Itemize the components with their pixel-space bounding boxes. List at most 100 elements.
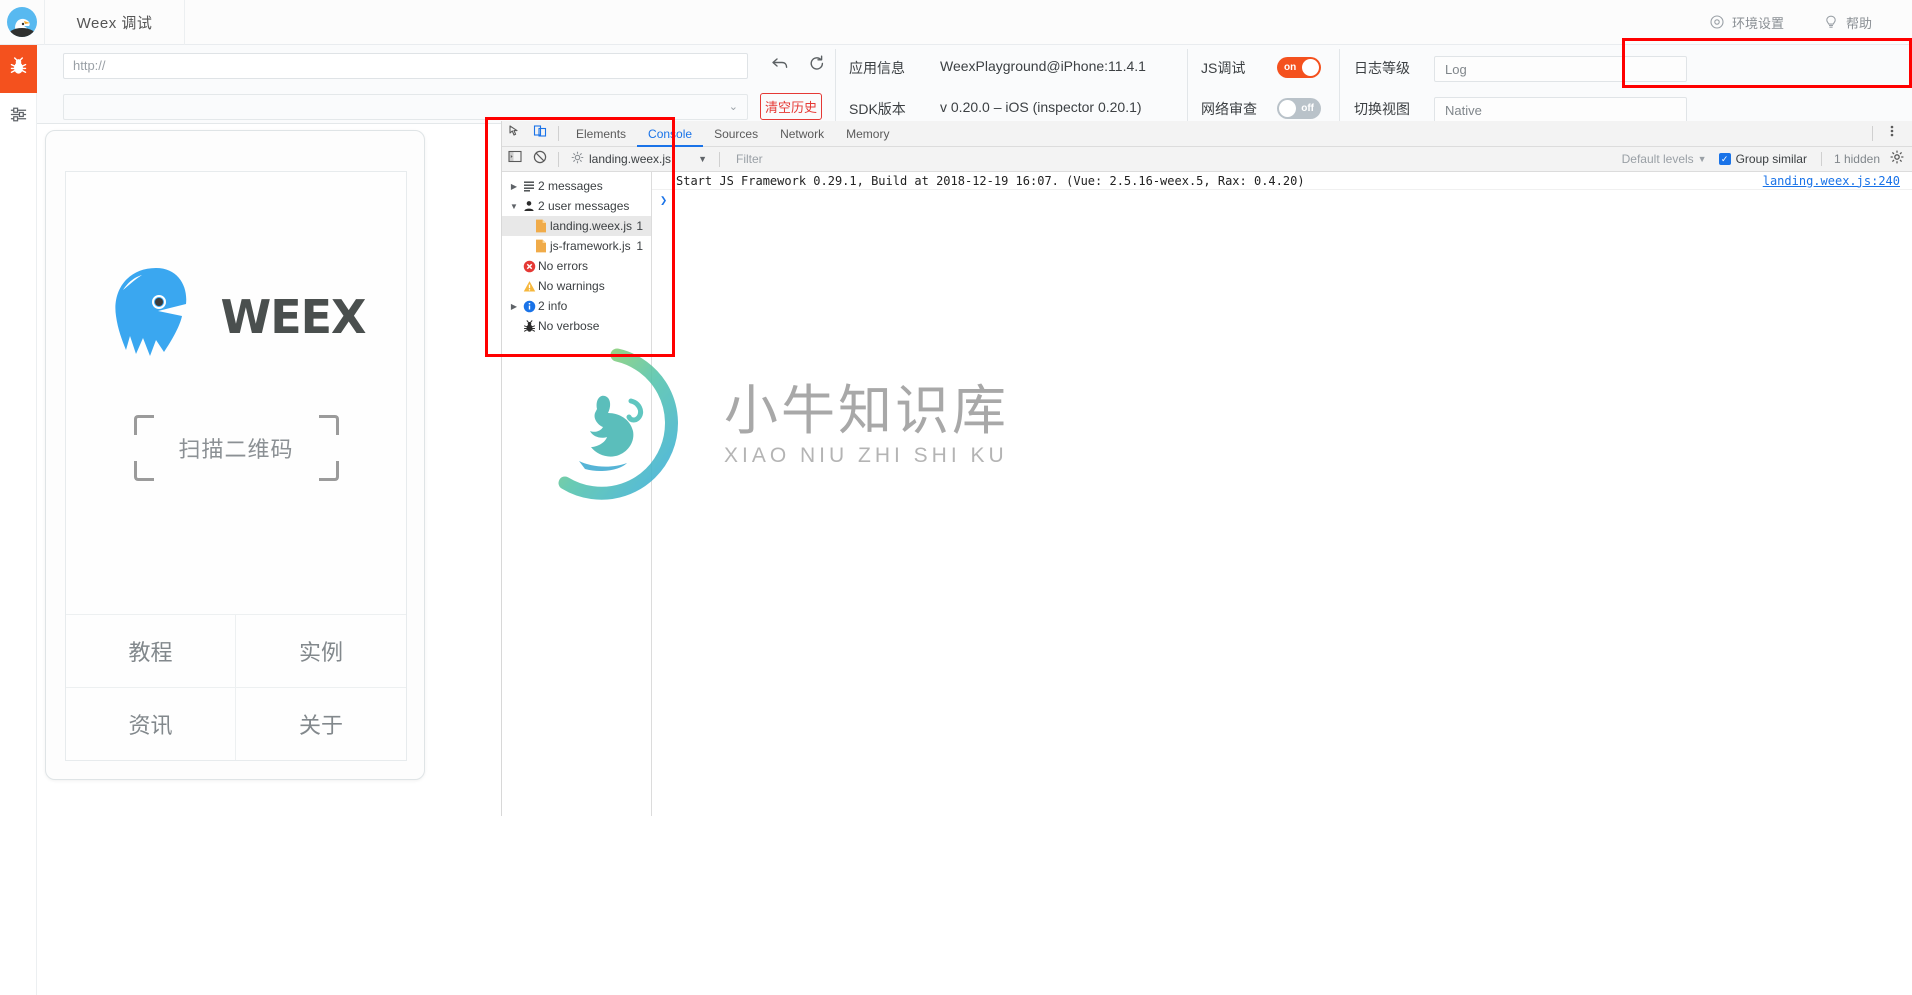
grid-item-news[interactable]: 资讯 — [66, 687, 236, 760]
network-toggle-state: off — [1301, 103, 1314, 114]
app-logo — [0, 0, 45, 45]
gear-context-icon — [571, 151, 584, 167]
app-info-value: WeexPlayground@iPhone:11.4.1 — [940, 58, 1146, 74]
scan-corner-br-icon — [318, 461, 339, 481]
console-sidebar-label: 2 user messages — [538, 199, 630, 213]
kebab-menu-icon — [1890, 124, 1894, 143]
weex-eagle-logo-icon — [7, 7, 37, 37]
console-sidebar-item-verbose[interactable]: No verbose — [502, 316, 651, 336]
console-sidebar-item-info[interactable]: ▶ 2 info — [502, 296, 651, 316]
undo-arrow-icon — [771, 56, 789, 77]
grid-item-tutorial[interactable]: 教程 — [66, 614, 236, 687]
reload-button[interactable] — [805, 55, 829, 77]
device-toolbar-button[interactable] — [527, 121, 552, 147]
history-select[interactable]: ⌄ — [63, 94, 748, 120]
log-level-select[interactable]: Log — [1434, 56, 1687, 82]
console-context-value: landing.weex.js — [589, 152, 672, 166]
scan-corner-tr-icon — [318, 415, 339, 435]
console-sidebar-icon — [507, 150, 522, 168]
console-message-row[interactable]: Start JS Framework 0.29.1, Build at 2018… — [652, 172, 1912, 190]
disclosure-arrow-icon[interactable]: ▶ — [508, 302, 520, 311]
toolbar-divider-1 — [835, 49, 836, 121]
tab-memory[interactable]: Memory — [835, 121, 900, 147]
console-filter-input[interactable]: Filter — [736, 152, 936, 166]
devtools-panel: Elements Console Sources Network Memory — [501, 121, 1912, 816]
console-sidebar-item-errors[interactable]: No errors — [502, 256, 651, 276]
grid-item-examples[interactable]: 实例 — [236, 614, 406, 687]
console-sidebar: ▶ 2 messages ▼ 2 user messages landing.w… — [502, 172, 652, 816]
scan-corner-bl-icon — [133, 461, 154, 481]
inspect-element-icon — [508, 124, 522, 143]
console-message-text: Start JS Framework 0.29.1, Build at 2018… — [676, 173, 1305, 188]
rail-item-debug[interactable] — [0, 45, 37, 93]
clear-console-button[interactable] — [527, 146, 552, 172]
weex-eagle-head-icon — [106, 264, 216, 369]
js-debug-toggle[interactable]: on — [1277, 57, 1321, 78]
tab-sources[interactable]: Sources — [703, 121, 769, 147]
tab-console[interactable]: Console — [637, 121, 703, 147]
log-level-label: 日志等级 — [1354, 60, 1410, 76]
console-message-source-link[interactable]: landing.weex.js:240 — [1763, 174, 1900, 188]
console-prompt-row[interactable]: ❯ — [652, 190, 1912, 210]
chevron-down-icon: ⌄ — [728, 101, 738, 113]
eagle-glyph-icon — [15, 18, 30, 33]
console-sidebar-item-user-messages[interactable]: ▼ 2 user messages — [502, 196, 651, 216]
file-js-icon — [532, 219, 550, 233]
console-sidebar-label: landing.weex.js — [550, 219, 633, 233]
tab-network[interactable]: Network — [769, 121, 835, 147]
tabbar-divider — [558, 126, 559, 141]
toolbar-divider-3 — [1339, 49, 1340, 121]
page-title: Weex 调试 — [45, 0, 185, 45]
device-toolbar-icon — [533, 124, 547, 143]
chevron-down-icon: ▼ — [1697, 154, 1707, 164]
group-similar-checkbox[interactable]: ✓ Group similar — [1718, 152, 1807, 166]
phone-preview: WEEX 扫描二维码 教程 实例 资讯 关于 — [45, 130, 425, 780]
console-sidebar-toggle-button[interactable] — [502, 146, 527, 172]
filterbar-divider — [558, 151, 559, 167]
console-sidebar-item-warnings[interactable]: No warnings — [502, 276, 651, 296]
console-sidebar-item-js-framework-js[interactable]: js-framework.js 1 — [502, 236, 651, 256]
console-sidebar-count: 1 — [636, 239, 643, 253]
back-button[interactable] — [768, 55, 792, 77]
network-label: 网络审查 — [1201, 101, 1257, 117]
console-context-select[interactable]: landing.weex.js ▼ — [565, 151, 713, 167]
console-sidebar-label: No errors — [538, 259, 589, 273]
disclosure-arrow-icon[interactable]: ▼ — [508, 202, 520, 211]
left-rail — [0, 45, 37, 995]
disclosure-arrow-icon[interactable]: ▶ — [508, 182, 520, 191]
console-sidebar-label: js-framework.js — [550, 239, 631, 253]
console-sidebar-item-messages[interactable]: ▶ 2 messages — [502, 176, 651, 196]
devtools-tabbar: Elements Console Sources Network Memory — [502, 121, 1912, 147]
list-icon — [520, 180, 538, 192]
inspect-element-button[interactable] — [502, 121, 527, 147]
gear-icon — [1890, 150, 1904, 168]
toggle-knob — [1302, 59, 1319, 76]
help-button[interactable]: 帮助 — [1824, 13, 1872, 32]
rail-item-settings[interactable] — [0, 93, 37, 141]
switch-view-label: 切换视图 — [1354, 101, 1410, 117]
lightbulb-help-icon — [1824, 15, 1838, 30]
scan-qr-button[interactable]: 扫描二维码 — [133, 415, 339, 481]
env-settings-button[interactable]: 环境设置 — [1710, 13, 1784, 32]
console-message-list: Start JS Framework 0.29.1, Build at 2018… — [652, 172, 1912, 816]
console-sidebar-label: No verbose — [538, 319, 600, 333]
main-toolbar: http:// ⌄ 清空历史 应用信息 WeexPlayground@iPhon… — [37, 45, 1912, 124]
app-info-label: 应用信息 — [849, 60, 905, 76]
console-levels-select[interactable]: Default levels ▼ — [1622, 152, 1707, 166]
weex-logo: WEEX — [106, 264, 367, 369]
js-debug-toggle-state: on — [1284, 62, 1297, 73]
console-prompt-arrow-icon: ❯ — [660, 193, 668, 207]
console-sidebar-item-landing-weex-js[interactable]: landing.weex.js 1 — [502, 216, 651, 236]
tabbar-right-group — [1866, 121, 1912, 147]
switch-view-select[interactable]: Native — [1434, 97, 1687, 123]
console-settings-button[interactable] — [1890, 150, 1904, 169]
bug-icon — [9, 57, 28, 81]
clear-history-button[interactable]: 清空历史 — [760, 93, 822, 120]
tab-elements[interactable]: Elements — [565, 121, 637, 147]
grid-item-about[interactable]: 关于 — [236, 687, 406, 760]
network-toggle[interactable]: off — [1277, 98, 1321, 119]
help-label: 帮助 — [1845, 15, 1872, 31]
url-input[interactable]: http:// — [63, 53, 748, 79]
sdk-value: v 0.20.0 – iOS (inspector 0.20.1) — [940, 99, 1142, 115]
kebab-menu-button[interactable] — [1879, 121, 1904, 147]
